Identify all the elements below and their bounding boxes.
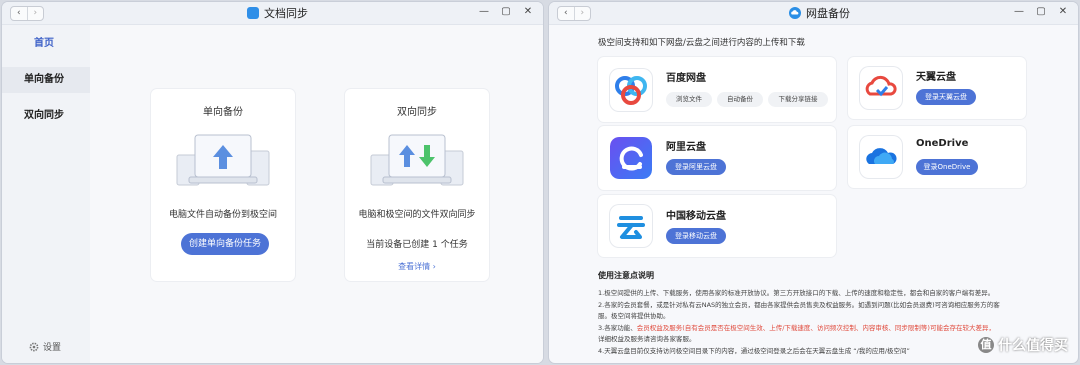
service-name: 中国移动云盘 — [666, 211, 726, 222]
window-title: 文档同步 — [247, 2, 308, 24]
task-count-text: 当前设备已创建 1 个任务 — [366, 240, 468, 250]
create-backup-task-button[interactable]: 创建单向备份任务 — [181, 233, 269, 255]
note-line-3-prefix: 3.各家功能、 — [598, 324, 637, 332]
minimize-button[interactable]: — — [1014, 6, 1024, 17]
auto-backup-chip[interactable]: 自动备份 — [717, 92, 763, 107]
watermark-text: 什么值得买 — [998, 338, 1068, 354]
minimize-button[interactable]: — — [479, 6, 489, 17]
document-sync-window: ‹ › 文档同步 — ▢ ✕ 首页 单向备份 双向同步 设置 单向备份 电脑文件… — [2, 2, 543, 363]
note-line-1: 1.极空间提供的上传、下载服务，使用各家的标准开放协议。第三方开放接口的下载、上… — [598, 289, 995, 297]
back-button[interactable]: ‹ — [558, 7, 574, 20]
window-title-text: 网盘备份 — [806, 7, 850, 20]
service-name: 阿里云盘 — [666, 142, 706, 153]
china-mobile-cloud-logo-icon — [610, 205, 652, 247]
aliyun-drive-card: 阿里云盘 登录阿里云盘 — [598, 126, 836, 190]
maximize-button[interactable]: ▢ — [1036, 6, 1046, 17]
sidebar-item-two-way-sync[interactable]: 双向同步 — [2, 103, 90, 129]
document-sync-app-icon — [247, 7, 259, 19]
nav-arrows: ‹ › — [10, 6, 44, 21]
close-button[interactable]: ✕ — [1058, 6, 1068, 17]
sidebar-item-home[interactable]: 首页 — [2, 31, 90, 57]
notes-title: 使用注意点说明 — [598, 271, 654, 280]
back-button[interactable]: ‹ — [11, 7, 27, 20]
login-onedrive-button[interactable]: 登录OneDrive — [916, 159, 978, 175]
cloud-backup-window: ‹ › 网盘备份 — ▢ ✕ 极空间支持和如下网盘/云盘之间进行内容的上传和下载… — [549, 2, 1078, 363]
note-line-2-cont: 服。极空间将提供协助。 — [598, 312, 670, 320]
sidebar: 首页 单向备份 双向同步 设置 — [2, 25, 90, 363]
intro-text: 极空间支持和如下网盘/云盘之间进行内容的上传和下载 — [598, 38, 805, 48]
nav-arrows: ‹ › — [557, 6, 591, 21]
note-line-3-highlight: 会员权益及服务(自有会员是否在极空间生效、上传/下载速度、访问频次控制、内容审核… — [636, 324, 995, 332]
view-details-link[interactable]: 查看详情 › — [345, 261, 489, 272]
two-way-sync-card: 双向同步 电脑和极空间的文件双向同步 当前设备已创建 1 个任务 查看详情 › — [345, 89, 489, 281]
china-mobile-cloud-card: 中国移动云盘 登录移动云盘 — [598, 195, 836, 257]
login-aliyun-button[interactable]: 登录阿里云盘 — [666, 159, 726, 175]
card-description: 电脑文件自动备份到极空间 — [168, 210, 277, 220]
service-name: 天翼云盘 — [916, 72, 956, 83]
note-line-4: 4.天翼云盘目前仅支持访问极空间目录下的内容，通过极空间登录之后会在天翼云盘生成… — [598, 347, 910, 355]
aliyun-drive-logo-icon — [610, 137, 652, 179]
window-controls: — ▢ ✕ — [1014, 6, 1068, 17]
card-title: 双向同步 — [397, 107, 437, 118]
window-controls: — ▢ ✕ — [479, 6, 533, 17]
tianyi-cloud-logo-icon — [860, 67, 902, 109]
window-title-text: 文档同步 — [264, 7, 308, 20]
forward-button[interactable]: › — [573, 7, 591, 20]
settings-button[interactable]: 设置 — [29, 340, 61, 353]
login-china-mobile-button[interactable]: 登录移动云盘 — [666, 228, 726, 244]
maximize-button[interactable]: ▢ — [501, 6, 511, 17]
note-line-3: 3.各家功能、会员权益及服务(自有会员是否在极空间生效、上传/下载速度、访问频次… — [598, 322, 995, 332]
one-way-backup-card: 单向备份 电脑文件自动备份到极空间 创建单向备份任务 — [151, 89, 295, 281]
note-line-2: 2.各家的会员套餐，或是针对私有云NAS的独立会员，都由各家提供会员售卖及权益服… — [598, 301, 1000, 309]
watermark-logo-icon: 值 — [978, 337, 994, 353]
watermark: 值 什么值得买 — [978, 335, 1068, 355]
gear-icon — [29, 342, 39, 351]
settings-label: 设置 — [43, 343, 62, 353]
download-share-link-chip[interactable]: 下载分享链接 — [768, 92, 828, 107]
window-title: 网盘备份 — [789, 2, 850, 24]
login-tianyi-button[interactable]: 登录天翼云盘 — [916, 89, 976, 105]
card-title: 单向备份 — [203, 107, 243, 118]
sync-illustration-icon — [370, 134, 464, 186]
backup-illustration-icon — [176, 134, 270, 186]
cloud-app-icon — [789, 7, 801, 19]
main-content: 单向备份 电脑文件自动备份到极空间 创建单向备份任务 双向同步 电脑和极空间的文… — [90, 25, 543, 363]
close-button[interactable]: ✕ — [523, 6, 533, 17]
onedrive-logo-icon — [860, 136, 902, 178]
title-bar: ‹ › 文档同步 — ▢ ✕ — [2, 2, 543, 25]
browse-files-chip[interactable]: 浏览文件 — [666, 92, 712, 107]
service-name: OneDrive — [916, 138, 969, 149]
title-bar: ‹ › 网盘备份 — ▢ ✕ — [549, 2, 1078, 25]
service-name: 百度网盘 — [666, 73, 706, 84]
note-line-3-cont: 详细权益及服务请咨询各家客服。 — [598, 335, 696, 343]
tianyi-cloud-card: 天翼云盘 登录天翼云盘 — [848, 57, 1026, 119]
card-description: 电脑和极空间的文件双向同步 — [358, 210, 476, 220]
forward-button[interactable]: › — [26, 7, 44, 20]
sidebar-item-one-way-backup[interactable]: 单向备份 — [2, 67, 90, 93]
onedrive-card: OneDrive 登录OneDrive — [848, 126, 1026, 188]
baidu-netdisk-logo-icon — [610, 68, 652, 111]
baidu-netdisk-card: 百度网盘 浏览文件 自动备份 下载分享链接 — [598, 57, 836, 122]
